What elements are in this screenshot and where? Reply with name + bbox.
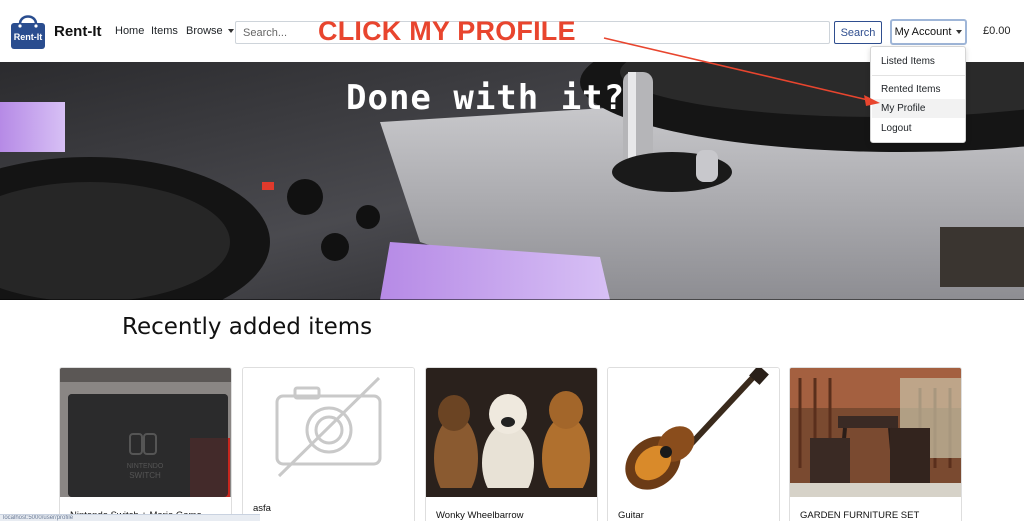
item-card-title[interactable]: GARDEN FURNITURE SET <box>800 510 919 521</box>
brand-name[interactable]: Rent-It <box>54 23 102 40</box>
svg-text:SWITCH: SWITCH <box>129 471 161 480</box>
item-card-title[interactable]: Wonky Wheelbarrow <box>436 510 523 521</box>
browser-status-bar: localhost:5000/user/profile <box>0 514 260 521</box>
nintendo-switch-photo[interactable]: NINTENDO SWITCH <box>60 368 231 497</box>
item-card[interactable]: Wonky Wheelbarrow <box>425 367 598 521</box>
chevron-down-icon <box>227 29 234 34</box>
item-card[interactable]: asfa <box>242 367 415 521</box>
acoustic-guitar-photo[interactable] <box>608 368 779 497</box>
instruction-annotation: CLICK MY PROFILE <box>318 16 576 46</box>
menu-item-logout[interactable]: Logout <box>872 119 965 138</box>
my-account-label: My Account <box>894 26 952 38</box>
account-dropdown-menu: Listed Items Rented Items My Profile Log… <box>870 46 966 143</box>
item-card[interactable]: NINTENDO SWITCH Nintendo Switch + Mario … <box>59 367 232 521</box>
logo-text: Rent-It <box>14 32 43 42</box>
item-card[interactable]: Guitar <box>607 367 780 521</box>
nav-browse-dropdown[interactable]: Browse <box>186 25 234 37</box>
item-card-title[interactable]: Guitar <box>618 510 644 521</box>
menu-item-rented-items[interactable]: Rented Items <box>872 80 965 99</box>
cart-total[interactable]: £0.00 <box>983 25 1011 37</box>
no-image-placeholder[interactable] <box>243 368 414 497</box>
my-account-button[interactable]: My Account <box>890 19 967 45</box>
item-card[interactable]: GARDEN FURNITURE SET <box>789 367 962 521</box>
menu-item-my-profile[interactable]: My Profile <box>872 99 965 118</box>
svg-text:NINTENDO: NINTENDO <box>127 463 164 470</box>
item-card-title[interactable]: asfa <box>253 503 271 514</box>
brand[interactable]: Rent-It Rent-It <box>10 12 102 50</box>
search-button[interactable]: Search <box>834 21 882 44</box>
nav-items-link[interactable]: Items <box>151 25 178 37</box>
menu-item-listed-items[interactable]: Listed Items <box>872 52 965 71</box>
three-dogs-photo[interactable] <box>426 368 597 497</box>
shopping-bag-logo-icon[interactable]: Rent-It <box>10 12 46 50</box>
hero-title: Done with it? <box>346 78 626 118</box>
section-title: Recently added items <box>122 314 373 340</box>
menu-divider <box>872 75 965 76</box>
garden-furniture-photo[interactable] <box>790 368 961 497</box>
chevron-down-icon <box>956 30 963 34</box>
nav-home-link[interactable]: Home <box>115 25 144 37</box>
nav-browse-label: Browse <box>186 25 223 37</box>
